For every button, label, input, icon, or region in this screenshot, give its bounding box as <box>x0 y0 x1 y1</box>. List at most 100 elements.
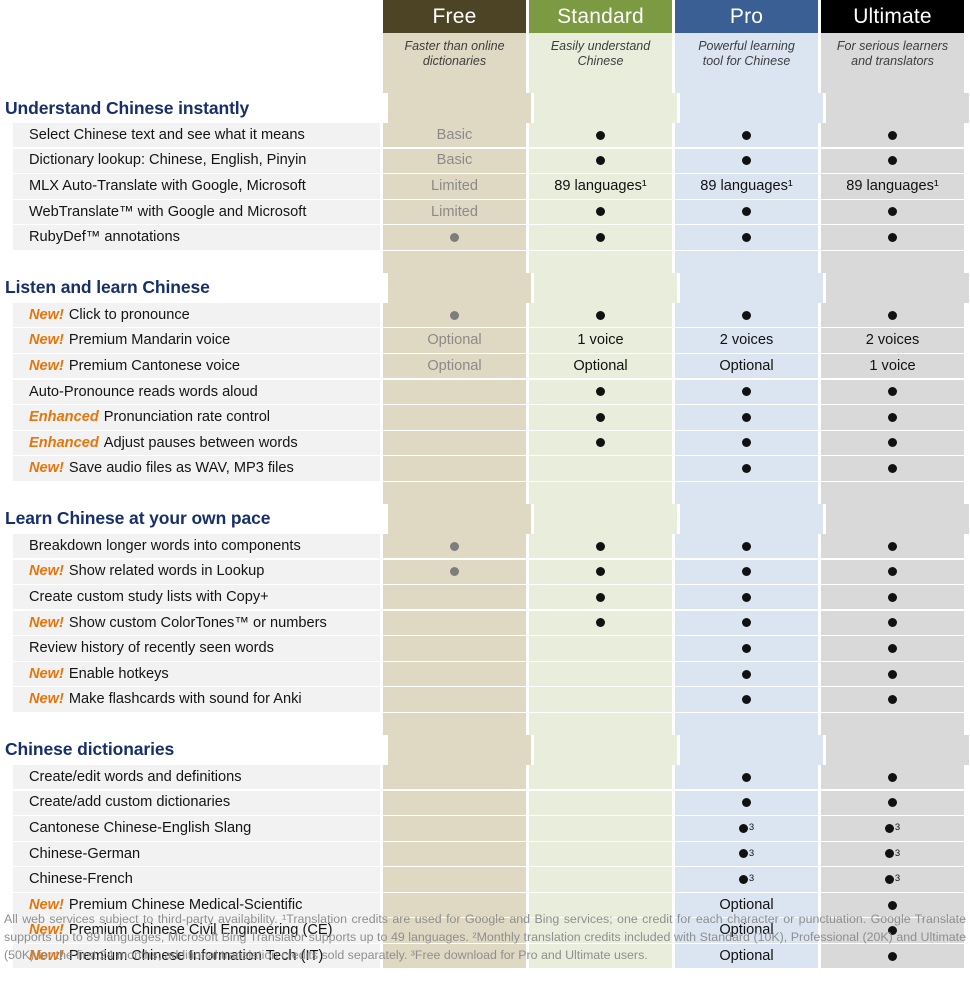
feature-label-text: Save audio files as WAV, MP3 files <box>68 460 294 477</box>
tagline-line-1: Faster than online <box>404 39 505 53</box>
feature-value-free <box>383 661 526 687</box>
check-dot-icon <box>888 387 897 397</box>
feature-badge: New! <box>29 306 64 323</box>
feature-value-pro <box>675 636 818 661</box>
feature-row: Auto-Pronounce reads words aloud <box>0 379 970 405</box>
section-gap-free <box>383 712 526 735</box>
feature-value-ultimate <box>821 687 964 712</box>
feature-row: New! Enable hotkeys <box>0 661 970 687</box>
plan-tagline-free: Faster than online dictionaries <box>383 33 526 75</box>
check-dot-icon <box>742 567 751 577</box>
plan-header-free[interactable]: Free <box>383 0 526 33</box>
header-pad-label-spacer <box>0 75 380 93</box>
feature-label-text: Adjust pauses between words <box>103 434 298 451</box>
section-title-understand-chinese-instantly: Understand Chinese instantly <box>5 97 250 118</box>
check-dot-icon <box>742 130 751 140</box>
tagline-line-2: and translators <box>851 54 934 68</box>
feature-value-standard <box>529 199 672 225</box>
feature-value-free <box>383 379 526 405</box>
feature-label-text: Create/add custom dictionaries <box>29 794 231 811</box>
check-dot-icon <box>888 900 897 910</box>
feature-value-free: Optional <box>383 328 526 353</box>
feature-row: Chinese-French 3 3 <box>0 867 970 892</box>
check-dot-icon <box>742 798 751 808</box>
feature-label: Review history of recently seen words <box>13 636 380 661</box>
section-gap-standard <box>529 250 672 273</box>
feature-label-text: Premium Mandarin voice <box>68 332 231 349</box>
check-dot-icon <box>596 438 605 448</box>
feature-value-free <box>383 456 526 481</box>
check-dot-icon <box>888 130 897 140</box>
feature-value-ultimate <box>821 636 964 661</box>
feature-label: New! Click to pronounce <box>13 302 380 328</box>
feature-value-standard <box>529 148 672 173</box>
comparison-sheet: Free Standard Pro Ultimate Faster than onlin… <box>0 0 970 1001</box>
feature-value-pro <box>675 559 818 584</box>
feature-row: New! Premium Mandarin voice Optional 1 voic… <box>0 328 970 353</box>
feature-badge: New! <box>29 614 64 631</box>
section-title-row-listen-and-learn-chinese: Listen and learn Chinese <box>0 272 970 303</box>
feature-label: New! Premium Cantonese voice <box>13 354 380 379</box>
feature-value-pro <box>675 405 818 430</box>
feature-label-text: Chinese-French <box>29 871 133 888</box>
feature-label: Enhanced Adjust pauses between words <box>13 430 380 456</box>
section-title-plan-fill-ultimate <box>826 503 969 534</box>
feature-value-pro: 3 <box>675 841 818 867</box>
feature-value-free <box>383 533 526 559</box>
feature-row: New! Make flashcards with sound for Anki <box>0 687 970 712</box>
tagline-line-2: tool for Chinese <box>702 54 791 68</box>
feature-label: New! Premium Mandarin voice <box>13 328 380 353</box>
feature-value-standard <box>529 841 672 867</box>
section-title-plan-fill-free <box>388 93 531 123</box>
header-pad <box>0 75 970 93</box>
tagline-line-1: Easily understand <box>550 39 651 53</box>
plan-header-standard[interactable]: Standard <box>529 0 672 33</box>
feature-value-free <box>383 225 526 250</box>
check-dot-icon <box>888 207 897 217</box>
feature-label: Chinese-French <box>13 867 380 892</box>
feature-value-pro: 89 languages¹ <box>675 174 818 199</box>
section-title-row-understand-chinese-instantly: Understand Chinese instantly <box>0 93 970 123</box>
check-dot-icon <box>596 541 605 551</box>
check-dot-icon <box>742 695 751 705</box>
feature-value-pro <box>675 661 818 687</box>
feature-value-pro <box>675 456 818 481</box>
check-dot-icon <box>884 823 894 833</box>
feature-label-text: Dictionary lookup: Chinese, English, Pin… <box>29 152 307 169</box>
section-gap-free <box>383 250 526 273</box>
check-dot-icon <box>596 233 605 242</box>
check-dot-icon <box>888 438 897 448</box>
section-gap-pro <box>675 712 818 735</box>
plan-header-pro[interactable]: Pro <box>675 0 818 33</box>
feature-value-standard <box>529 533 672 559</box>
feature-label-text: Show related words in Lookup <box>68 563 265 580</box>
feature-badge: Enhanced <box>29 409 99 426</box>
section-gap-ultimate <box>821 250 964 273</box>
header-spacer <box>0 0 380 33</box>
feature-badge: New! <box>29 665 64 682</box>
feature-value-standard <box>529 405 672 430</box>
check-dot-icon <box>596 310 605 320</box>
feature-value-free <box>383 430 526 456</box>
feature-badge: Enhanced <box>29 434 99 451</box>
section-gap-standard <box>529 481 672 504</box>
feature-value-free <box>383 559 526 584</box>
check-dot-muted-icon <box>450 233 459 242</box>
header-pad-standard <box>529 75 672 93</box>
feature-value-standard <box>529 430 672 456</box>
feature-label: RubyDef™ annotations <box>13 225 380 250</box>
feature-value-free <box>383 405 526 430</box>
section-title-learn-chinese-at-your-own-pace: Learn Chinese at your own pace <box>5 508 271 529</box>
feature-row: Cantonese Chinese-English Slang 3 3 <box>0 816 970 841</box>
plan-header-ultimate[interactable]: Ultimate <box>821 0 964 33</box>
feature-label-text: Auto-Pronounce reads words aloud <box>29 383 258 400</box>
feature-badge: New! <box>29 563 64 580</box>
section-title-plan-fill-ultimate <box>826 734 969 765</box>
feature-value-ultimate <box>821 430 964 456</box>
check-dot-icon <box>884 874 894 884</box>
feature-value-standard <box>529 687 672 712</box>
check-dot-icon <box>596 567 605 577</box>
feature-value-ultimate <box>821 379 964 405</box>
section-gap <box>0 712 970 735</box>
plan-tagline-row: Faster than online dictionaries Easily und… <box>0 33 970 75</box>
